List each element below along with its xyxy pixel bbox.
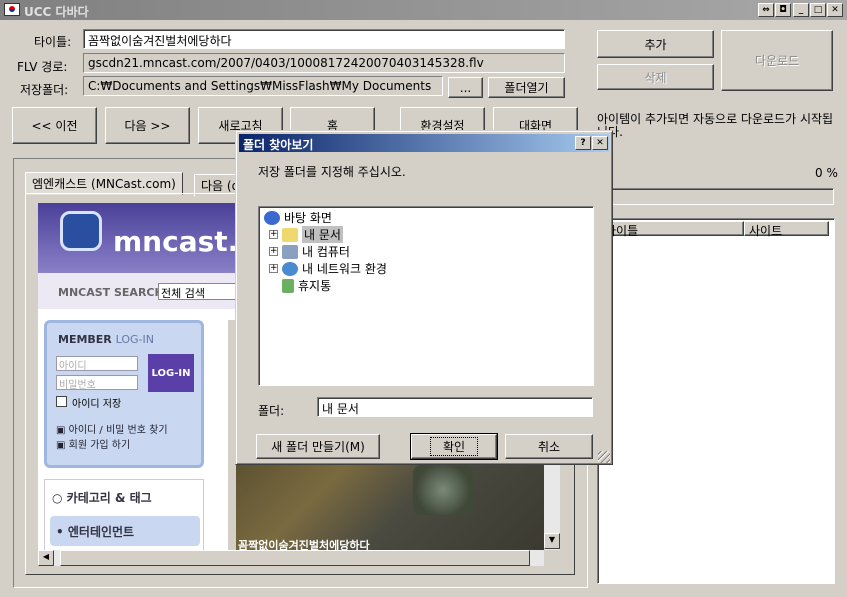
member-login-button[interactable]: LOG-IN <box>148 354 194 392</box>
member-title-word: MEMBER <box>58 333 112 346</box>
web-horizontal-scrollbar[interactable]: ◀ <box>38 550 544 566</box>
recycle-bin-icon <box>282 278 294 293</box>
login-title-word: LOG-IN <box>115 333 154 346</box>
entertainment-text: 엔터테인먼트 <box>67 525 135 539</box>
pin-icon[interactable]: ⇔ <box>758 3 774 17</box>
tree-item-recycle-bin[interactable]: 휴지통 <box>282 277 331 294</box>
tab-mncast[interactable]: 엠엔캐스트 (MNCast.com) <box>25 172 183 195</box>
expand-icon[interactable]: + <box>269 230 278 239</box>
search-label: MNCAST SEARCH <box>58 286 164 299</box>
scroll-left-arrow-icon[interactable]: ◀ <box>38 550 54 566</box>
category-text: 카테고리 & 태그 <box>66 491 152 505</box>
desktop-icon <box>264 210 280 225</box>
window-title: UCC 다바다 <box>24 5 89 19</box>
info-text: 아이템이 추가되면 자동으로 다운로드가 시작됩니다. <box>597 113 834 139</box>
dialog-help-button[interactable]: ? <box>575 136 591 150</box>
flv-path-field[interactable]: gscdn21.mncast.com/2007/0403/10008172420… <box>83 53 565 73</box>
save-folder-field[interactable]: C:₩Documents and Settings₩MissFlash₩My D… <box>83 76 443 96</box>
progress-bar <box>597 188 834 205</box>
cancel-button[interactable]: 취소 <box>505 434 593 459</box>
save-id-label: 아이디 저장 <box>72 399 122 410</box>
folder-tree[interactable]: 바탕 화면 + 내 문서 + 내 컴퓨터 + 내 네트워크 환경 휴지통 <box>258 206 594 386</box>
dialog-title: 폴더 찾아보기 <box>243 138 314 152</box>
dialog-folder-label: 폴더: <box>258 404 285 418</box>
folder-browse-dialog: 폴더 찾아보기 ? ✕ 저장 폴더를 지정해 주십시오. 바탕 화면 + 내 문… <box>235 130 613 465</box>
window-titlebar: UCC 다바다 ⇔ ◘ _ □ ✕ <box>0 0 847 20</box>
tree-item-desktop[interactable]: 바탕 화면 <box>264 209 332 226</box>
tree-item-network[interactable]: + 내 네트워크 환경 <box>269 260 387 277</box>
video-caption: 꼼짝없이숨겨진벌처에당하다 <box>238 539 370 550</box>
progress-percent: 0 % <box>815 166 838 180</box>
expand-icon[interactable]: + <box>269 264 278 273</box>
title-input[interactable]: 꼼짝없이숨겨진벌처에당하다 <box>83 29 565 49</box>
game-unit-image <box>413 465 473 515</box>
join-link[interactable]: ▣ 회원 가입 하기 <box>56 436 130 451</box>
tree-label-desktop: 바탕 화면 <box>284 211 332 225</box>
ok-button[interactable]: 확인 <box>410 433 498 460</box>
tree-label-network: 내 네트워크 환경 <box>302 262 387 276</box>
member-id-input[interactable]: 아이디 <box>56 356 138 372</box>
find-account-text: 아이디 / 비밀 번호 찾기 <box>68 425 168 436</box>
restore-small-icon[interactable]: ◘ <box>775 3 791 17</box>
ok-label: 확인 <box>429 437 479 456</box>
dialog-prompt: 저장 폴더를 지정해 주십시오. <box>258 165 406 179</box>
download-button[interactable]: 다운로드 <box>721 30 833 91</box>
save-folder-label: 저장폴더: <box>20 83 69 97</box>
search-select[interactable]: 전체 검색 <box>158 283 238 300</box>
tree-item-my-computer[interactable]: + 내 컴퓨터 <box>269 243 350 260</box>
open-folder-button[interactable]: 폴더열기 <box>488 77 565 98</box>
tree-label-my-documents: 내 문서 <box>302 226 343 243</box>
add-button[interactable]: 추가 <box>597 30 714 58</box>
title-label: 타이틀: <box>34 35 72 49</box>
scroll-thumb[interactable] <box>60 550 530 566</box>
mncast-logo: mncast.c <box>113 225 255 258</box>
category-title: ○ 카테고리 & 태그 <box>52 491 152 505</box>
column-title[interactable]: 타이틀 <box>600 221 744 238</box>
column-site[interactable]: 사이트 <box>744 221 829 238</box>
resize-grip-icon[interactable] <box>598 451 610 463</box>
flv-path-label: FLV 경로: <box>17 60 68 74</box>
video-thumbnail[interactable] <box>236 453 546 550</box>
folder-icon <box>282 227 298 242</box>
new-folder-button[interactable]: 새 폴더 만들기(M) <box>256 434 380 459</box>
network-globe-icon <box>282 261 298 276</box>
member-pw-input[interactable]: 비밀번호 <box>56 375 138 391</box>
maximize-button[interactable]: □ <box>810 3 826 17</box>
expand-icon[interactable]: + <box>269 247 278 256</box>
computer-icon <box>282 244 298 259</box>
delete-button[interactable]: 삭제 <box>597 64 714 90</box>
dialog-titlebar: 폴더 찾아보기 <box>239 134 609 152</box>
join-text: 회원 가입 하기 <box>68 440 131 451</box>
dialog-close-button[interactable]: ✕ <box>592 136 608 150</box>
tree-item-my-documents[interactable]: + 내 문서 <box>269 226 343 243</box>
scroll-down-arrow-icon[interactable]: ▼ <box>544 533 560 549</box>
save-id-checkbox[interactable] <box>56 396 67 407</box>
download-list[interactable]: 타이틀 사이트 <box>597 218 835 584</box>
minimize-button[interactable]: _ <box>793 3 809 17</box>
close-button[interactable]: ✕ <box>827 3 843 17</box>
tree-label-recycle-bin: 휴지통 <box>298 279 332 293</box>
browse-button[interactable]: ... <box>448 77 483 98</box>
tv-logo-icon <box>60 211 102 251</box>
app-flag-icon <box>4 3 20 16</box>
tree-label-my-computer: 내 컴퓨터 <box>302 245 350 259</box>
find-account-link[interactable]: ▣ 아이디 / 비밀 번호 찾기 <box>56 421 168 436</box>
next-button[interactable]: 다음 >> <box>105 107 190 144</box>
dialog-folder-input[interactable]: 내 문서 <box>317 397 593 417</box>
prev-button[interactable]: << 이전 <box>12 107 97 144</box>
entertainment-item[interactable]: • 엔터테인먼트 <box>56 523 134 540</box>
member-title: MEMBER LOG-IN <box>58 333 154 346</box>
